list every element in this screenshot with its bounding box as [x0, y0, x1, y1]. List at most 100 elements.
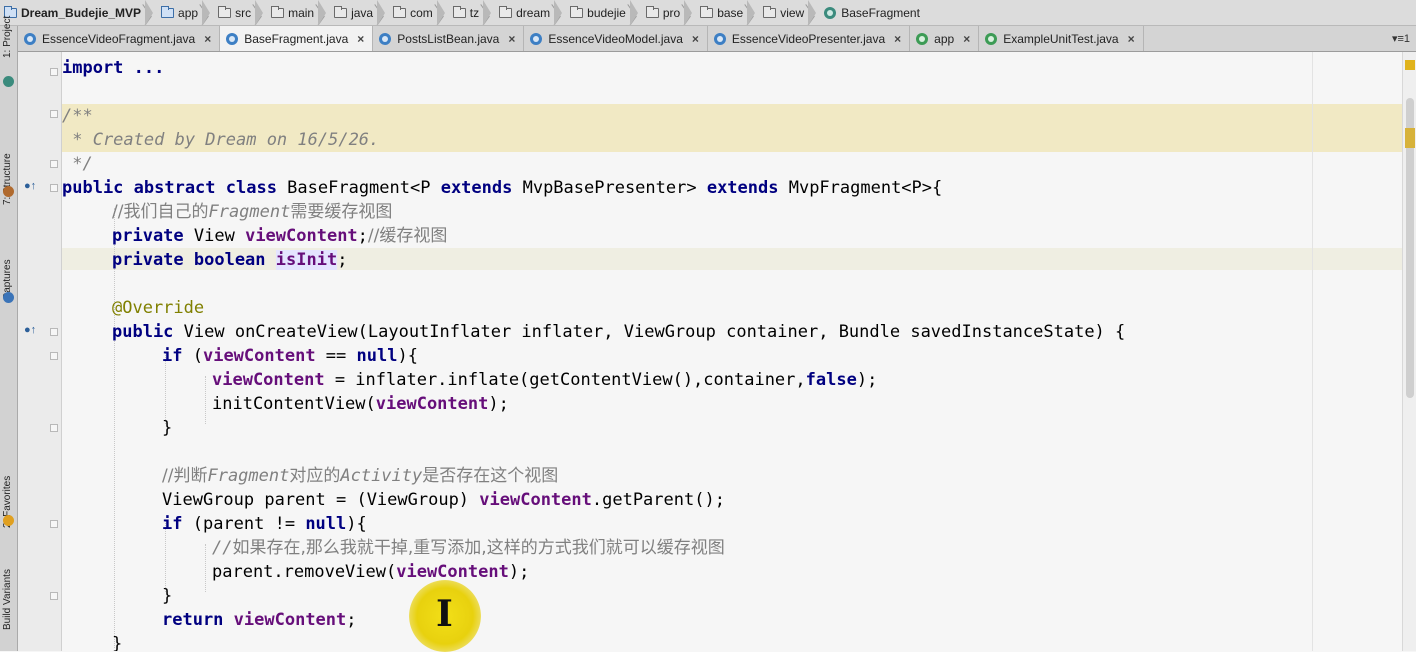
code-line-24: return viewContent; — [162, 610, 357, 630]
text-cursor-icon: I — [436, 593, 453, 635]
breadcrumb-separator-icon — [255, 0, 267, 25]
editor-tab[interactable]: EssenceVideoPresenter.java × — [708, 26, 911, 51]
editor-tab[interactable]: BaseFragment.java × — [220, 26, 374, 51]
code-line-3: /** — [62, 106, 93, 126]
code-line-21: //如果存在,那么我就干掉,重写添加,这样的方式我们就可以缓存视图 — [212, 538, 725, 558]
breadcrumb-separator-icon — [684, 0, 696, 25]
tool-window-label: 1: Project — [2, 15, 13, 58]
fold-marker-icon[interactable] — [50, 68, 58, 76]
code-editor[interactable]: import ... /** * Created by Dream on 16/… — [62, 52, 1402, 651]
folder-icon — [452, 5, 466, 18]
breadcrumb-separator-icon — [318, 0, 330, 25]
fold-marker-icon[interactable] — [50, 520, 58, 528]
fold-marker-icon[interactable] — [50, 424, 58, 432]
code-line-14: viewContent = inflater.inflate(getConten… — [212, 370, 878, 390]
folder-icon — [161, 5, 175, 18]
java-class-icon — [713, 32, 726, 45]
code-line-1: import ... — [62, 58, 165, 78]
folder-icon — [393, 5, 407, 18]
close-icon[interactable]: × — [357, 32, 364, 46]
breadcrumb-separator-icon — [145, 0, 157, 25]
code-line-13: if (viewContent == null){ — [162, 346, 418, 366]
folder-icon — [218, 5, 232, 18]
breadcrumb-item[interactable]: Dream_Budejie_MVP — [0, 0, 145, 25]
editor-gutter[interactable]: ●↑ ●↑ — [18, 52, 62, 651]
folder-icon — [700, 5, 714, 18]
breadcrumb-label: Dream_Budejie_MVP — [21, 5, 142, 20]
code-line-7: //我们自己的Fragment需要缓存视图 — [112, 202, 393, 222]
editor-tab[interactable]: ExampleUnitTest.java × — [979, 26, 1144, 51]
editor-tab-bar: EssenceVideoFragment.java × BaseFragment.j… — [18, 26, 1416, 52]
folder-icon — [645, 5, 659, 18]
code-line-11: @Override — [112, 298, 205, 318]
cursor-highlight-icon: I — [409, 580, 481, 652]
tab-label: EssenceVideoFragment.java — [42, 31, 196, 46]
breadcrumb-separator-icon — [483, 0, 495, 25]
java-class-icon — [530, 32, 543, 45]
override-gutter-icon[interactable]: ●↑ — [24, 324, 36, 336]
editor-tab[interactable]: PostsListBean.java × — [373, 26, 525, 51]
module-icon — [916, 32, 929, 45]
code-line-6: public abstract class BaseFragment<P ext… — [62, 178, 943, 198]
indent-guide — [114, 208, 115, 648]
fold-marker-icon[interactable] — [50, 184, 58, 192]
close-icon[interactable]: × — [692, 32, 699, 46]
folder-icon — [271, 5, 285, 18]
tool-window-icon — [3, 186, 14, 197]
java-class-icon — [985, 32, 998, 45]
breadcrumb-item[interactable]: BaseFragment — [820, 0, 924, 25]
editor-tab[interactable]: EssenceVideoFragment.java × — [18, 26, 221, 51]
fold-marker-icon[interactable] — [50, 352, 58, 360]
close-icon[interactable]: × — [1128, 32, 1135, 46]
tool-window-icon — [3, 292, 14, 303]
close-icon[interactable]: × — [204, 32, 211, 46]
folder-icon — [499, 5, 513, 18]
close-icon[interactable]: × — [963, 32, 970, 46]
inspection-status-icon[interactable] — [1405, 60, 1415, 70]
code-line-8: private View viewContent;//缓存视图 — [112, 226, 448, 246]
tool-window-label: Build Variants — [2, 569, 13, 630]
code-line-9: private boolean isInit; — [112, 250, 348, 270]
breadcrumb: Dream_Budejie_MVP app src main java com tz drea… — [0, 0, 1416, 26]
tab-overflow-button[interactable]: ▾≡1 — [1386, 26, 1416, 51]
close-icon[interactable]: × — [894, 32, 901, 46]
tab-label: app — [934, 31, 955, 46]
right-margin-guide — [1312, 52, 1313, 651]
breadcrumb-separator-icon — [377, 0, 389, 25]
code-line-20: if (parent != null){ — [162, 514, 367, 534]
breadcrumb-separator-icon — [202, 0, 214, 25]
breadcrumb-label: BaseFragment — [841, 5, 920, 20]
tool-window-strip: 1: Project 7: Structure Captures 2: Favorit… — [0, 16, 18, 651]
folder-icon — [334, 5, 348, 18]
indent-guide — [205, 376, 206, 424]
fold-marker-icon[interactable] — [50, 160, 58, 168]
class-icon — [824, 6, 837, 19]
breadcrumb-separator-icon — [629, 0, 642, 25]
code-line-16: } — [162, 418, 173, 438]
tab-label: BaseFragment.java — [244, 31, 349, 46]
error-stripe-marker[interactable] — [1405, 128, 1415, 148]
fold-marker-icon[interactable] — [50, 328, 58, 336]
editor-scrollbar[interactable] — [1402, 52, 1416, 651]
tab-label: EssenceVideoModel.java — [548, 31, 683, 46]
breadcrumb-separator-icon — [747, 0, 759, 25]
breadcrumb-separator-icon — [808, 0, 820, 25]
tool-window-label: 7: Structure — [2, 153, 13, 205]
editor-tab[interactable]: EssenceVideoModel.java × — [524, 26, 708, 51]
breadcrumb-separator-icon — [436, 0, 449, 25]
code-line-12: public View onCreateView(LayoutInflater … — [112, 322, 1126, 342]
close-icon[interactable]: × — [508, 32, 515, 46]
breadcrumb-separator-icon — [554, 0, 566, 25]
editor-tab[interactable]: app × — [910, 26, 980, 51]
java-class-icon — [24, 32, 36, 45]
star-icon — [3, 515, 14, 526]
java-class-icon — [379, 32, 392, 45]
fold-marker-icon[interactable] — [50, 110, 58, 118]
tab-label: PostsListBean.java — [397, 31, 500, 46]
code-line-4: * Created by Dream on 16/5/26. — [62, 130, 380, 150]
fold-marker-icon[interactable] — [50, 592, 58, 600]
code-line-18: //判断Fragment对应的Activity是否存在这个视图 — [162, 466, 559, 486]
override-gutter-icon[interactable]: ●↑ — [24, 180, 36, 192]
code-line-22: parent.removeView(viewContent); — [212, 562, 530, 582]
code-line-25: } — [112, 634, 123, 651]
